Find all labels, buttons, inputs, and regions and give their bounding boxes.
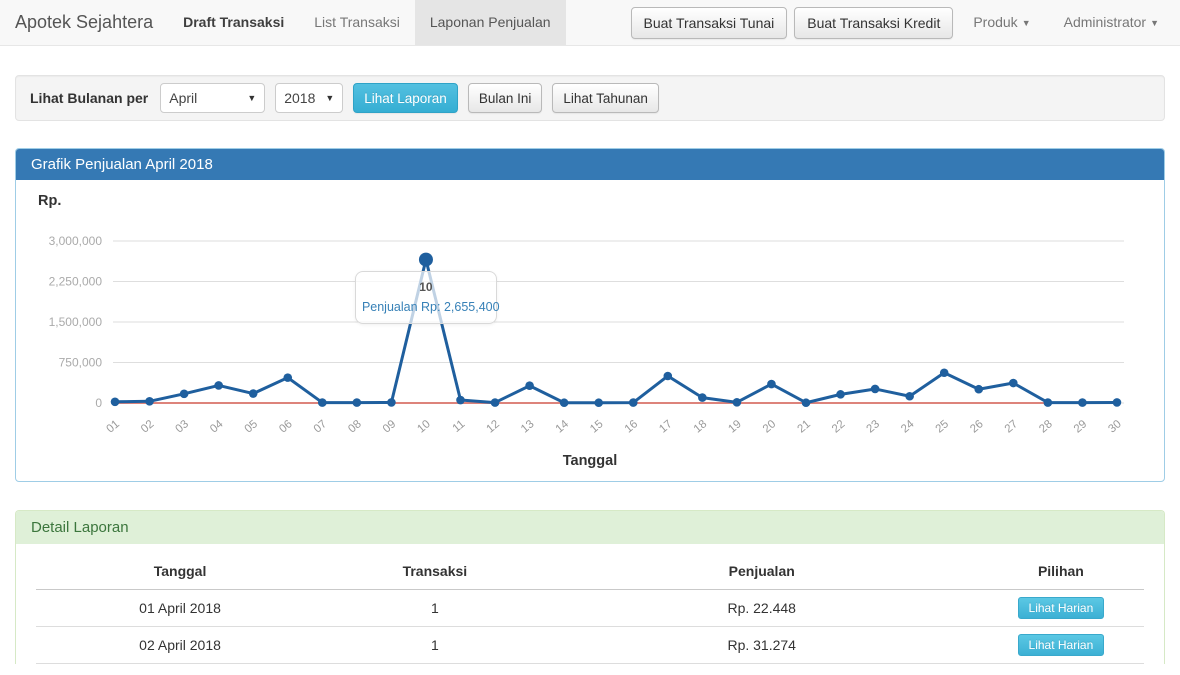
svg-text:23: 23 bbox=[865, 418, 883, 435]
cell-action: Lihat Harian bbox=[978, 627, 1144, 664]
svg-text:04: 04 bbox=[208, 418, 226, 436]
svg-text:16: 16 bbox=[623, 418, 641, 435]
detail-report-panel: Detail Laporan Tanggal Transaksi Penjual… bbox=[15, 510, 1165, 664]
svg-text:3,000,000: 3,000,000 bbox=[49, 234, 103, 248]
svg-text:10: 10 bbox=[415, 418, 433, 435]
svg-text:30: 30 bbox=[1106, 418, 1124, 435]
svg-text:15: 15 bbox=[588, 418, 606, 435]
svg-text:24: 24 bbox=[899, 418, 917, 436]
cell-date: 02 April 2018 bbox=[36, 627, 324, 664]
table-row: 01 April 2018 1 Rp. 22.448 Lihat Harian bbox=[36, 590, 1144, 627]
svg-text:22: 22 bbox=[830, 418, 848, 435]
cell-sales: Rp. 22.448 bbox=[546, 590, 978, 627]
cell-date: 01 April 2018 bbox=[36, 590, 324, 627]
app-brand[interactable]: Apotek Sejahtera bbox=[0, 0, 168, 45]
produk-dropdown[interactable]: Produk ▼ bbox=[960, 0, 1043, 46]
administrator-dropdown-label: Administrator bbox=[1064, 14, 1146, 30]
chart-y-axis-title: Rp. bbox=[38, 193, 1164, 209]
lihat-tahunan-button[interactable]: Lihat Tahunan bbox=[552, 83, 659, 113]
chart-x-axis-title: Tanggal bbox=[16, 453, 1164, 469]
svg-text:07: 07 bbox=[312, 418, 330, 435]
sales-line-chart[interactable]: 0 750,000 1,500,000 2,250,000 3,000,000 01 02 0… bbox=[16, 215, 1164, 445]
column-header-tanggal: Tanggal bbox=[36, 551, 324, 590]
column-header-transaksi: Transaksi bbox=[324, 551, 546, 590]
svg-text:27: 27 bbox=[1003, 418, 1021, 435]
chart-area: 0 750,000 1,500,000 2,250,000 3,000,000 01 02 0… bbox=[16, 215, 1164, 445]
detail-panel-body: Tanggal Transaksi Penjualan Pilihan 01 A… bbox=[16, 544, 1164, 664]
caret-down-icon: ▼ bbox=[247, 93, 256, 103]
nav-item-laporan-penjualan[interactable]: Laponan Penjualan bbox=[415, 0, 566, 45]
detail-panel-title: Detail Laporan bbox=[16, 511, 1164, 544]
lihat-laporan-button[interactable]: Lihat Laporan bbox=[353, 83, 458, 113]
nav-item-list-transaksi[interactable]: List Transaksi bbox=[299, 0, 415, 45]
cell-sales: Rp. 31.274 bbox=[546, 627, 978, 664]
tooltip-value: Penjualan Rp: 2,655,400 bbox=[362, 300, 490, 314]
sales-chart-panel: Grafik Penjualan April 2018 Rp. 0 750,000… bbox=[15, 148, 1165, 482]
svg-text:25: 25 bbox=[934, 418, 952, 435]
svg-text:13: 13 bbox=[519, 418, 537, 435]
buat-transaksi-tunai-button[interactable]: Buat Transaksi Tunai bbox=[631, 7, 788, 39]
svg-text:08: 08 bbox=[346, 418, 364, 435]
svg-text:29: 29 bbox=[1072, 418, 1090, 435]
svg-text:1,500,000: 1,500,000 bbox=[49, 315, 103, 329]
buat-transaksi-kredit-button[interactable]: Buat Transaksi Kredit bbox=[794, 7, 953, 39]
cell-action: Lihat Harian bbox=[978, 590, 1144, 627]
chart-panel-title: Grafik Penjualan April 2018 bbox=[16, 149, 1164, 180]
svg-text:750,000: 750,000 bbox=[59, 356, 103, 370]
year-select-value: 2018 bbox=[284, 90, 315, 106]
column-header-penjualan: Penjualan bbox=[546, 551, 978, 590]
caret-down-icon: ▼ bbox=[325, 93, 334, 103]
caret-down-icon: ▼ bbox=[1150, 1, 1159, 46]
svg-text:19: 19 bbox=[726, 418, 744, 435]
chart-panel-body: Rp. 0750,0001,500,0002,250,0003,000,0000… bbox=[16, 180, 1164, 481]
svg-text:12: 12 bbox=[484, 418, 502, 435]
nav-item-draft-transaksi[interactable]: Draft Transaksi bbox=[168, 0, 299, 45]
svg-text:14: 14 bbox=[554, 418, 572, 436]
svg-text:18: 18 bbox=[692, 418, 710, 435]
cell-transactions: 1 bbox=[324, 627, 546, 664]
svg-text:02: 02 bbox=[139, 418, 157, 435]
svg-text:26: 26 bbox=[968, 418, 986, 435]
svg-text:05: 05 bbox=[243, 418, 261, 435]
column-header-pilihan: Pilihan bbox=[978, 551, 1144, 590]
tooltip-day: 10 bbox=[362, 280, 490, 294]
month-select-value: April bbox=[169, 90, 197, 106]
table-header-row: Tanggal Transaksi Penjualan Pilihan bbox=[36, 551, 1144, 590]
svg-text:2,250,000: 2,250,000 bbox=[49, 275, 103, 289]
svg-text:01: 01 bbox=[104, 418, 122, 435]
cell-transactions: 1 bbox=[324, 590, 546, 627]
month-select[interactable]: April ▼ bbox=[160, 83, 265, 113]
caret-down-icon: ▼ bbox=[1022, 1, 1031, 46]
svg-text:20: 20 bbox=[761, 418, 779, 435]
svg-text:28: 28 bbox=[1037, 418, 1055, 435]
filter-label: Lihat Bulanan per bbox=[30, 90, 148, 106]
daily-report-table: Tanggal Transaksi Penjualan Pilihan 01 A… bbox=[36, 551, 1144, 664]
lihat-harian-button[interactable]: Lihat Harian bbox=[1018, 597, 1105, 619]
navbar-actions: Buat Transaksi Tunai Buat Transaksi Kred… bbox=[631, 0, 1180, 45]
svg-text:21: 21 bbox=[795, 418, 813, 435]
svg-text:06: 06 bbox=[277, 418, 295, 435]
lihat-harian-button[interactable]: Lihat Harian bbox=[1018, 634, 1105, 656]
top-navbar: Apotek Sejahtera Draft Transaksi List Tr… bbox=[0, 0, 1180, 46]
svg-text:03: 03 bbox=[174, 418, 192, 435]
svg-text:09: 09 bbox=[381, 418, 399, 435]
svg-text:11: 11 bbox=[451, 418, 468, 435]
svg-text:0: 0 bbox=[95, 396, 102, 410]
monthly-filter-bar: Lihat Bulanan per April ▼ 2018 ▼ Lihat L… bbox=[15, 75, 1165, 121]
svg-text:17: 17 bbox=[657, 418, 675, 435]
chart-tooltip: 10 Penjualan Rp: 2,655,400 bbox=[355, 271, 497, 324]
table-row: 02 April 2018 1 Rp. 31.274 Lihat Harian bbox=[36, 627, 1144, 664]
produk-dropdown-label: Produk bbox=[973, 14, 1017, 30]
bulan-ini-button[interactable]: Bulan Ini bbox=[468, 83, 543, 113]
administrator-dropdown[interactable]: Administrator▼ bbox=[1051, 0, 1172, 46]
year-select[interactable]: 2018 ▼ bbox=[275, 83, 343, 113]
